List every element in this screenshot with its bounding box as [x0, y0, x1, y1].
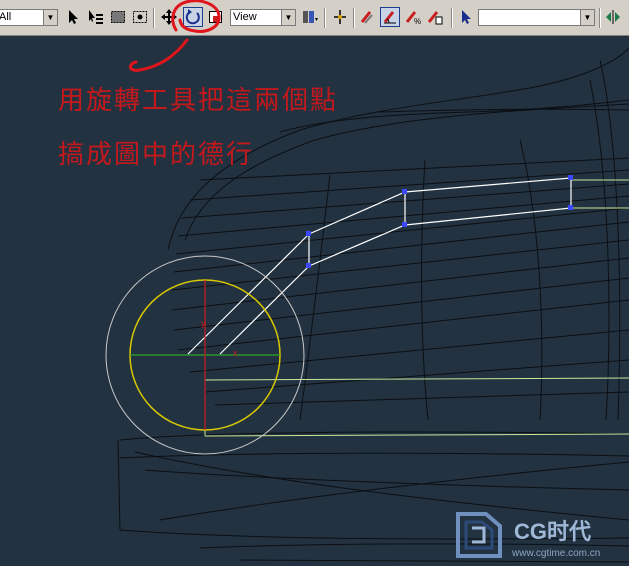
hand-drawn-circle-highlight [171, 0, 221, 33]
annotation-line-1: 用旋轉工具把這兩個點 [58, 86, 339, 115]
watermark-brand: CG时代 [514, 519, 592, 544]
max-app: All ▼ View ▼ % ▼ y x 用旋轉工具把這兩個點 搞成圖中的德行 … [0, 0, 629, 566]
gizmo-y-label: y [201, 318, 206, 328]
watermark-url: www.cgtime.com.cn [512, 548, 601, 559]
annotation-line-2: 搞成圖中的德行 [58, 140, 255, 169]
watermark: CG时代 www.cgtime.com.cn [452, 508, 629, 566]
main-toolbar: All ▼ View ▼ % ▼ [0, 0, 629, 36]
cgtime-logo [456, 512, 502, 558]
gizmo-x-label: x [233, 348, 238, 358]
